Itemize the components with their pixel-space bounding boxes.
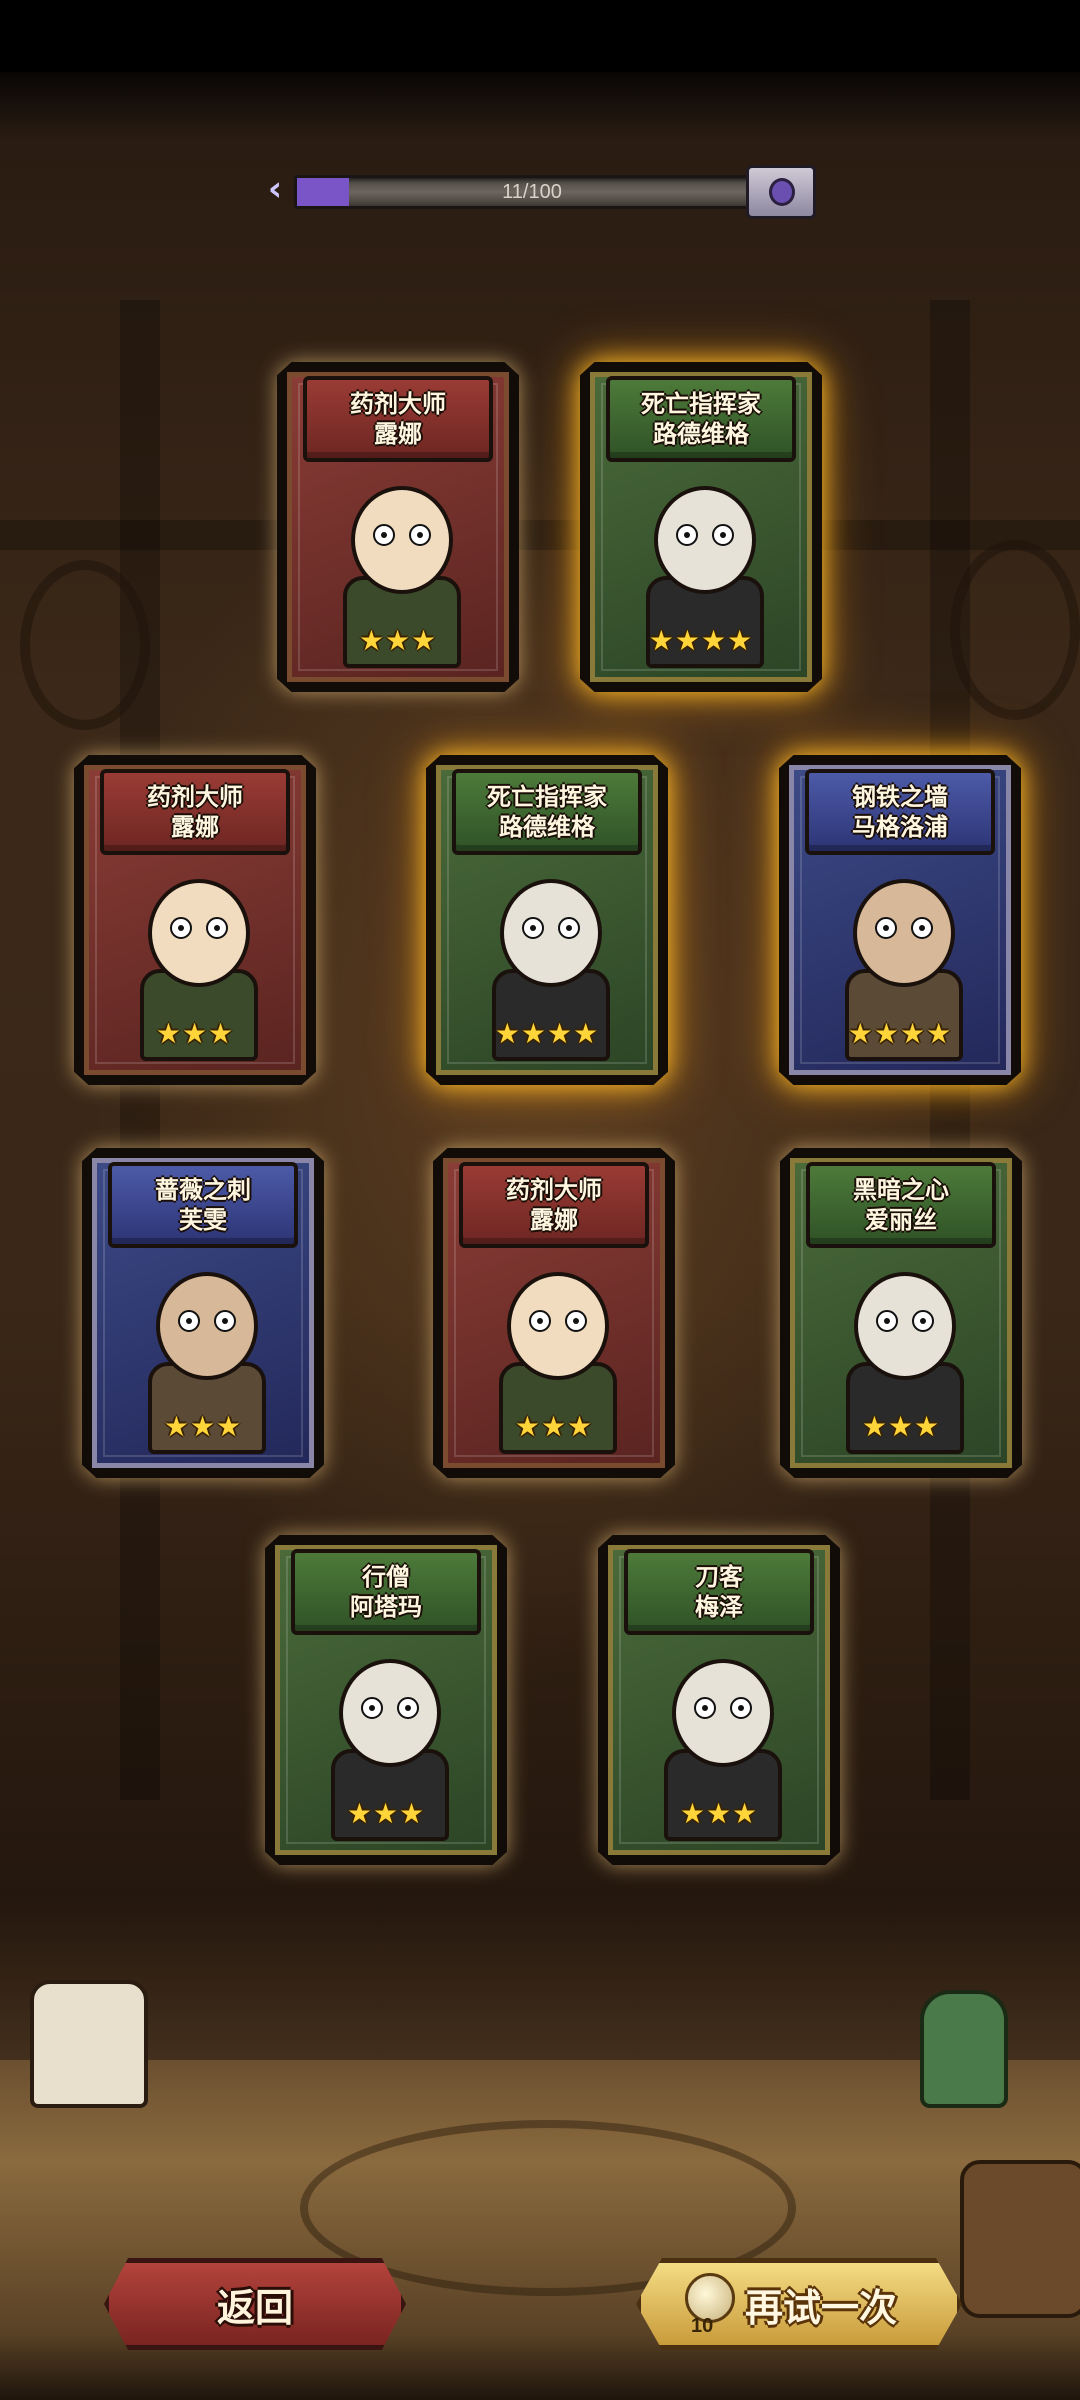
hero-head	[500, 879, 602, 987]
hero-card[interactable]: 死亡指挥家 路德维格 ★★★★	[426, 755, 668, 1085]
draw-progress-bar: ‹‹ 11/100	[268, 165, 816, 219]
star-rating: ★★★	[358, 624, 438, 657]
hero-card[interactable]: 钢铁之墙 马格洛浦 ★★★★	[779, 755, 1021, 1085]
hero-head	[654, 486, 756, 594]
ceiling-beam	[0, 520, 1080, 550]
hero-head	[853, 879, 955, 987]
reward-chest-icon[interactable]	[746, 165, 816, 219]
hero-title: 死亡指挥家	[487, 783, 607, 811]
card-name-banner: 死亡指挥家 路德维格	[452, 769, 642, 855]
progress-track: 11/100	[294, 175, 770, 209]
hero-head	[854, 1272, 956, 1380]
hero-eye	[911, 917, 933, 939]
hero-card[interactable]: 刀客 梅泽 ★★★	[598, 1535, 840, 1865]
hero-eye	[178, 1310, 200, 1332]
card-name-banner: 死亡指挥家 路德维格	[606, 376, 796, 462]
hero-eye	[522, 917, 544, 939]
card-name-banner: 药剂大师 露娜	[100, 769, 290, 855]
hero-name: 露娜	[530, 1206, 578, 1234]
progress-text: 11/100	[502, 181, 562, 203]
hero-card[interactable]: 药剂大师 露娜 ★★★	[74, 755, 316, 1085]
hero-name: 梅泽	[695, 1593, 743, 1621]
hero-eye	[214, 1310, 236, 1332]
hero-title: 黑暗之心	[853, 1176, 949, 1204]
hero-name: 路德维格	[499, 813, 595, 841]
star-rating: ★★★	[155, 1017, 235, 1050]
hero-head	[339, 1659, 441, 1767]
hero-title: 刀客	[695, 1563, 743, 1591]
hero-eye	[712, 524, 734, 546]
retry-cost: 10	[691, 2315, 714, 2337]
game-screen: ‹‹ 11/100 药剂大师 露娜 ★★★ 死亡指挥家 路德维格 ★★★★ 药剂大师 露娜 ★★…	[0, 0, 1080, 2400]
hero-title: 药剂大师	[350, 390, 446, 418]
hero-name: 马格洛浦	[852, 813, 948, 841]
hero-eye	[558, 917, 580, 939]
retry-button[interactable]: 10 再试一次	[636, 2258, 962, 2350]
star-rating: ★★★	[346, 1797, 426, 1830]
star-rating: ★★★★	[494, 1017, 600, 1050]
hero-eye	[875, 917, 897, 939]
bottle-icon	[920, 1990, 1008, 2108]
candle-icon	[30, 1980, 148, 2108]
hero-eye	[529, 1310, 551, 1332]
hero-name: 露娜	[374, 420, 422, 448]
back-button-label: 返回	[216, 2285, 293, 2330]
hero-title: 钢铁之墙	[852, 783, 948, 811]
hero-card[interactable]: 蔷薇之刺 芙雯 ★★★	[82, 1148, 324, 1478]
hero-title: 药剂大师	[147, 783, 243, 811]
hero-eye	[170, 917, 192, 939]
star-rating: ★★★	[679, 1797, 759, 1830]
hero-head	[507, 1272, 609, 1380]
card-name-banner: 蔷薇之刺 芙雯	[108, 1162, 298, 1248]
hero-eye	[565, 1310, 587, 1332]
card-name-banner: 药剂大师 露娜	[459, 1162, 649, 1248]
hero-card[interactable]: 黑暗之心 爱丽丝 ★★★	[780, 1148, 1022, 1478]
hero-name: 爱丽丝	[865, 1206, 937, 1234]
hero-eye	[912, 1310, 934, 1332]
barrel-icon	[960, 2160, 1080, 2318]
star-rating: ★★★	[163, 1410, 243, 1443]
retry-button-label: 再试一次	[744, 2285, 897, 2330]
hero-title: 药剂大师	[506, 1176, 602, 1204]
hero-eye	[730, 1697, 752, 1719]
hero-head	[672, 1659, 774, 1767]
hero-title: 行僧	[362, 1563, 410, 1591]
star-rating: ★★★	[861, 1410, 941, 1443]
hero-card[interactable]: 药剂大师 露娜 ★★★	[433, 1148, 675, 1478]
hero-eye	[397, 1697, 419, 1719]
hero-name: 路德维格	[653, 420, 749, 448]
hero-eye	[206, 917, 228, 939]
back-button[interactable]: 返回	[104, 2258, 406, 2350]
card-name-banner: 刀客 梅泽	[624, 1549, 814, 1635]
hero-eye	[409, 524, 431, 546]
hero-eye	[373, 524, 395, 546]
hero-card[interactable]: 药剂大师 露娜 ★★★	[277, 362, 519, 692]
hero-name: 芙雯	[179, 1206, 227, 1234]
wall-lamp	[950, 540, 1080, 720]
status-bar	[0, 0, 1080, 72]
star-rating: ★★★★	[847, 1017, 953, 1050]
card-name-banner: 行僧 阿塔玛	[291, 1549, 481, 1635]
card-name-banner: 黑暗之心 爱丽丝	[806, 1162, 996, 1248]
hero-head	[148, 879, 250, 987]
hero-name: 阿塔玛	[350, 1593, 422, 1621]
hero-eye	[876, 1310, 898, 1332]
hero-card[interactable]: 死亡指挥家 路德维格 ★★★★	[580, 362, 822, 692]
star-rating: ★★★	[514, 1410, 594, 1443]
hero-eye	[361, 1697, 383, 1719]
star-rating: ★★★★	[648, 624, 754, 657]
card-name-banner: 药剂大师 露娜	[303, 376, 493, 462]
hero-title: 死亡指挥家	[641, 390, 761, 418]
hero-card[interactable]: 行僧 阿塔玛 ★★★	[265, 1535, 507, 1865]
hero-title: 蔷薇之刺	[155, 1176, 251, 1204]
hero-name: 露娜	[171, 813, 219, 841]
hero-head	[351, 486, 453, 594]
hero-eye	[676, 524, 698, 546]
card-name-banner: 钢铁之墙 马格洛浦	[805, 769, 995, 855]
hero-eye	[694, 1697, 716, 1719]
hero-head	[156, 1272, 258, 1380]
wall-lamp	[20, 560, 150, 730]
